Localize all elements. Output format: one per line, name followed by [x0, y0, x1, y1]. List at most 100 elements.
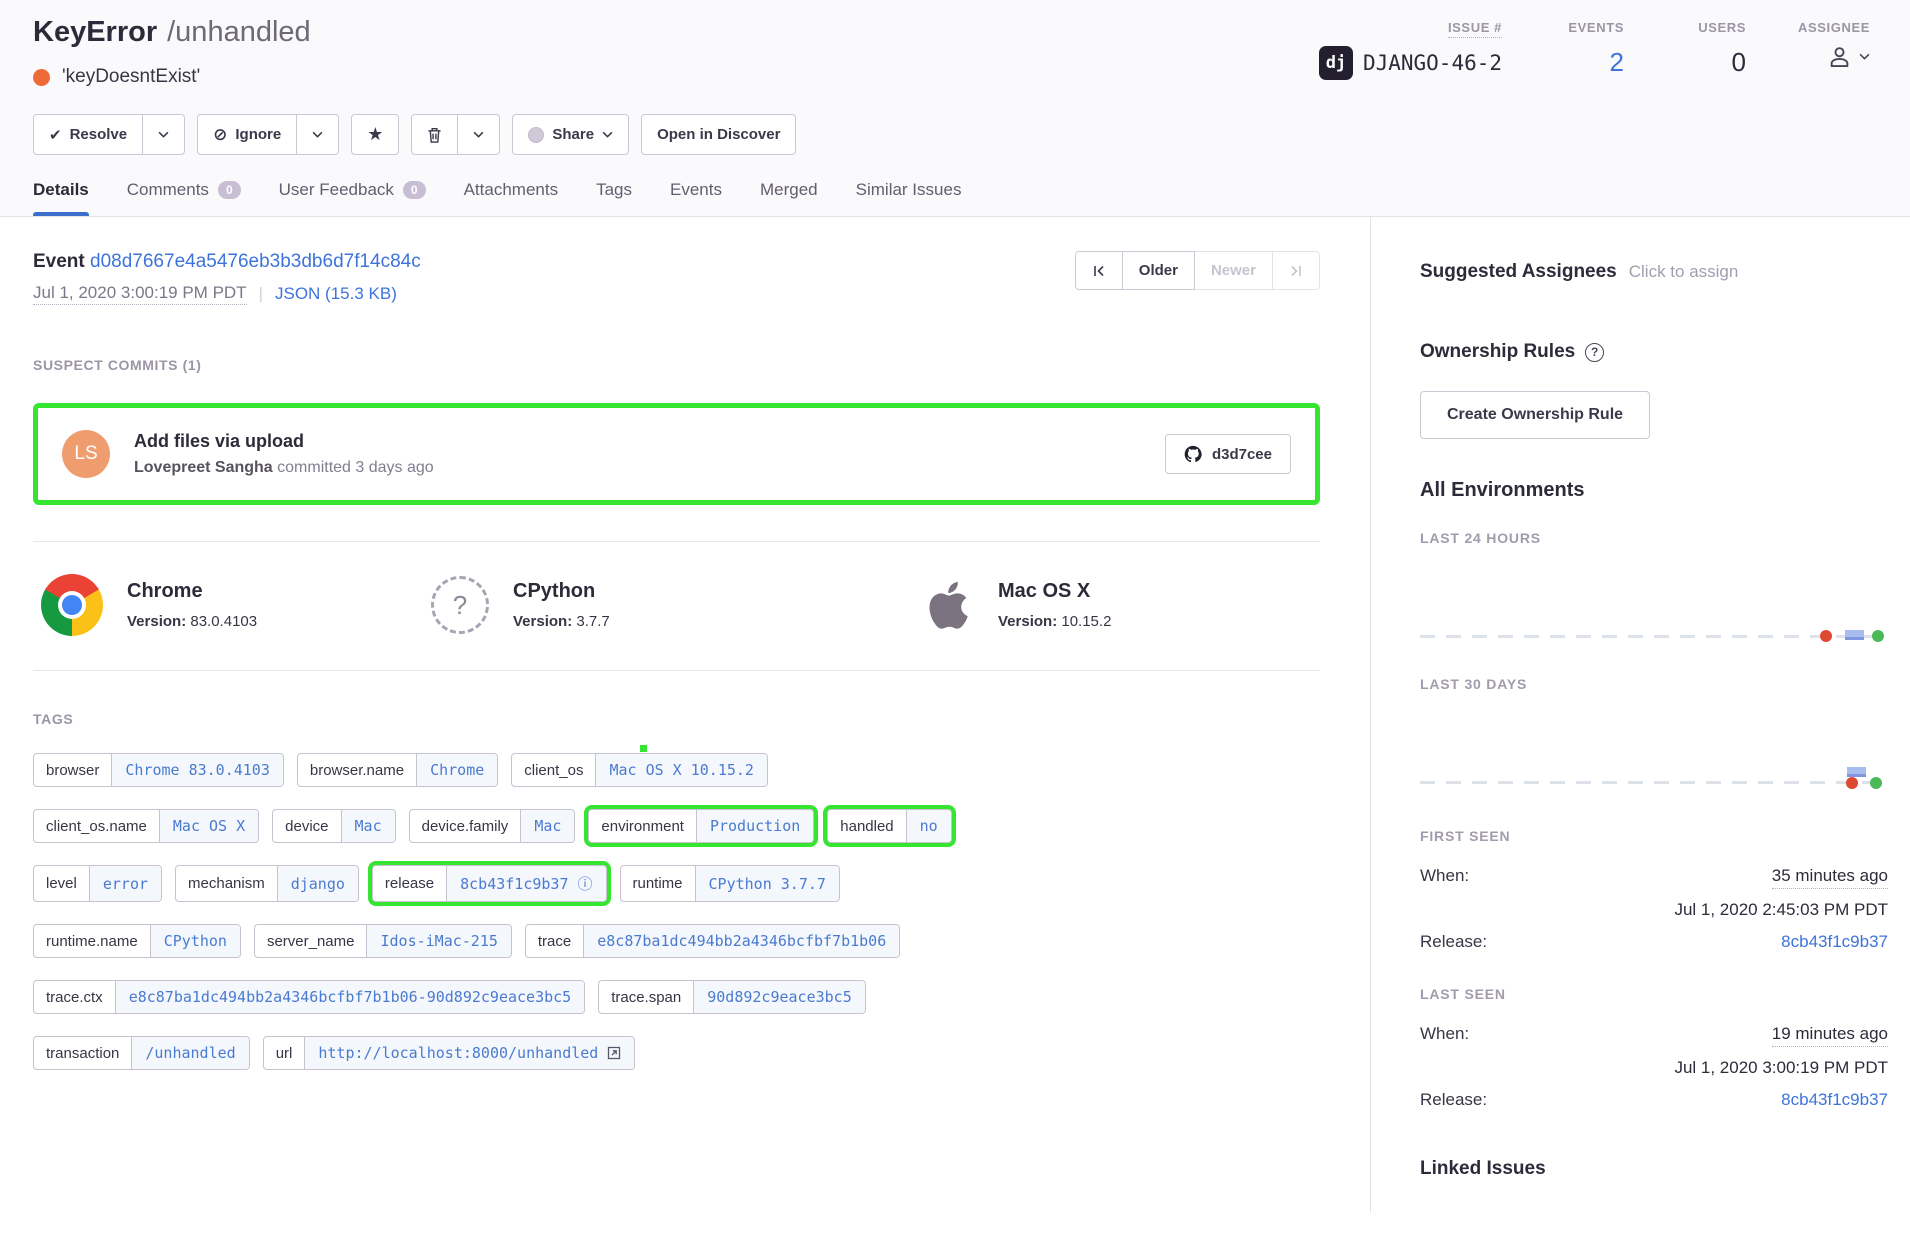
last-24-hours-label: LAST 24 HOURS: [1420, 530, 1888, 546]
event-json-link[interactable]: JSON (15.3 KB): [275, 284, 397, 304]
assignee-label: ASSIGNEE: [1798, 20, 1870, 35]
tag-value-link[interactable]: error: [89, 866, 161, 901]
tag-value-link[interactable]: no: [906, 810, 951, 842]
sparkline-red-marker: [1820, 630, 1832, 642]
sparkline-baseline: [1420, 635, 1888, 638]
last-seen-label: LAST SEEN: [1420, 986, 1888, 1002]
share-button[interactable]: Share: [512, 114, 629, 155]
events-sparkline-30d: [1420, 692, 1888, 792]
bookmark-star-button[interactable]: ★: [351, 114, 399, 155]
chevron-down-icon: [602, 131, 613, 138]
tab-label: Similar Issues: [856, 180, 962, 200]
tab-similar-issues[interactable]: Similar Issues: [856, 180, 962, 216]
delete-dropdown-button[interactable]: [458, 114, 500, 155]
tag-value-link[interactable]: Chrome 83.0.4103: [111, 754, 283, 786]
person-icon: [1826, 43, 1853, 70]
divider: |: [259, 284, 263, 304]
tag-value-link[interactable]: 8cb43f1c9b37ⓘ: [446, 866, 605, 901]
tag-trace.ctx: trace.ctxe8c87ba1dc494bb2a4346bcfbf7b1b0…: [33, 980, 585, 1014]
suspect-commit-card: LS Add files via upload Lovepreet Sangha…: [33, 403, 1320, 505]
tag-value-link[interactable]: Mac: [341, 810, 395, 842]
assignee-dropdown[interactable]: [1826, 43, 1870, 70]
stat-events: EVENTS 2: [1554, 20, 1624, 80]
events-count[interactable]: 2: [1610, 47, 1624, 78]
resolve-dropdown-button[interactable]: [143, 114, 185, 155]
chevron-down-icon: [473, 131, 484, 138]
issue-transaction: /unhandled: [167, 16, 311, 48]
create-ownership-rule-button[interactable]: Create Ownership Rule: [1420, 391, 1650, 439]
issue-sidebar: Suggested Assignees Click to assign Owne…: [1371, 217, 1910, 1212]
tags-heading: TAGS: [33, 711, 1320, 727]
share-globe-icon: [528, 127, 544, 143]
tag-key: release: [373, 866, 446, 901]
issue-short-id: DJANGO-46-2: [1363, 51, 1502, 75]
tag-key: url: [264, 1037, 305, 1069]
users-label: USERS: [1698, 20, 1746, 35]
older-event-button[interactable]: Older: [1123, 251, 1195, 290]
tag-client_os.name: client_os.nameMac OS X: [33, 809, 259, 843]
issue-culprit: 'keyDoesntExist': [62, 66, 200, 88]
tag-key: trace.span: [599, 981, 693, 1013]
tab-user-feedback[interactable]: User Feedback0: [279, 180, 426, 216]
commit-author: Lovepreet Sangha: [134, 459, 273, 476]
tag-value-link[interactable]: /unhandled: [131, 1037, 248, 1069]
help-icon[interactable]: ?: [1585, 343, 1604, 362]
tag-value-link[interactable]: e8c87ba1dc494bb2a4346bcfbf7b1b06-90d892c…: [115, 981, 585, 1013]
tag-value-link[interactable]: Production: [696, 810, 813, 842]
stat-issue-number: ISSUE # dj DJANGO-46-2: [1319, 20, 1502, 80]
tag-value-link[interactable]: Mac: [520, 810, 574, 842]
commit-meta: Lovepreet Sangha committed 3 days ago: [134, 459, 1141, 477]
tag-mechanism: mechanismdjango: [175, 865, 359, 902]
tab-merged[interactable]: Merged: [760, 180, 818, 216]
trash-icon: [427, 127, 442, 143]
resolve-button[interactable]: ✔Resolve: [33, 114, 143, 155]
open-in-discover-button[interactable]: Open in Discover: [641, 114, 796, 155]
tag-key: trace: [526, 925, 583, 957]
newest-event-button[interactable]: [1273, 251, 1320, 290]
tag-value-link[interactable]: CPython 3.7.7: [695, 866, 839, 901]
tag-value-link[interactable]: django: [277, 866, 358, 901]
context-os: Mac OS X Version: 10.15.2: [916, 574, 1111, 636]
context-runtime: ? CPython Version: 3.7.7: [431, 574, 916, 636]
users-count[interactable]: 0: [1732, 47, 1746, 78]
oldest-event-button[interactable]: [1075, 251, 1123, 290]
tab-label: Events: [670, 180, 722, 200]
tag-key: server_name: [255, 925, 367, 957]
tag-key: browser: [34, 754, 111, 786]
tag-value-link[interactable]: e8c87ba1dc494bb2a4346bcfbf7b1b06: [583, 925, 899, 957]
tab-comments[interactable]: Comments0: [127, 180, 241, 216]
commit-sha-button[interactable]: d3d7cee: [1165, 434, 1291, 474]
event-id-link[interactable]: d08d7667e4a5476eb3b3db6d7f14c84c: [90, 251, 421, 272]
first-seen-release-link[interactable]: 8cb43f1c9b37: [1781, 932, 1888, 952]
newer-event-button[interactable]: Newer: [1195, 251, 1273, 290]
tag-value-link[interactable]: Chrome: [416, 754, 497, 786]
tag-value-link[interactable]: http://localhost:8000/unhandled: [304, 1037, 634, 1069]
tags-list: browserChrome 83.0.4103browser.nameChrom…: [33, 753, 1320, 1070]
commit-message: Add files via upload: [134, 431, 1141, 452]
github-icon: [1184, 445, 1202, 463]
tab-attachments[interactable]: Attachments: [464, 180, 559, 216]
unknown-runtime-icon: ?: [431, 576, 489, 634]
tag-value-link[interactable]: 90d892c9eace3bc5: [693, 981, 865, 1013]
ignore-button[interactable]: ⊘Ignore: [197, 114, 297, 155]
tag-value-link[interactable]: Idos-iMac-215: [366, 925, 510, 957]
event-label: Event: [33, 251, 85, 272]
tab-events[interactable]: Events: [670, 180, 722, 216]
delete-button[interactable]: [411, 114, 458, 155]
info-icon[interactable]: ⓘ: [577, 873, 592, 894]
click-to-assign-hint: Click to assign: [1629, 262, 1739, 282]
last-seen-release-link[interactable]: 8cb43f1c9b37: [1781, 1090, 1888, 1110]
tag-value-link[interactable]: CPython: [150, 925, 240, 957]
django-project-icon: dj: [1319, 46, 1353, 80]
tag-row: trace.ctxe8c87ba1dc494bb2a4346bcfbf7b1b0…: [33, 980, 1320, 1014]
mute-icon: ⊘: [213, 125, 227, 145]
event-timestamp: Jul 1, 2020 3:00:19 PM PDT: [33, 283, 247, 305]
tag-key: device.family: [410, 810, 521, 842]
issue-type: KeyError: [33, 16, 157, 48]
tag-key: handled: [828, 810, 905, 842]
tab-tags[interactable]: Tags: [596, 180, 632, 216]
ignore-dropdown-button[interactable]: [297, 114, 339, 155]
tag-value-link[interactable]: Mac OS X: [159, 810, 258, 842]
tab-details[interactable]: Details: [33, 180, 89, 216]
tag-value-link[interactable]: Mac OS X 10.15.2: [595, 754, 767, 786]
